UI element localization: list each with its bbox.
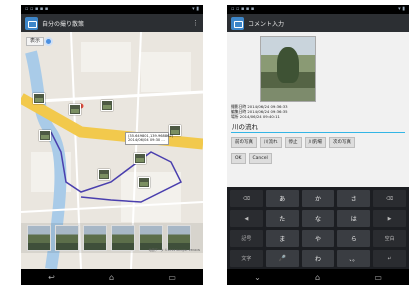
coordinate-subtext: 2014/06/04 09:30 ...: [128, 138, 165, 143]
key[interactable]: 空白: [373, 230, 406, 247]
back-icon[interactable]: ⌄: [254, 273, 261, 282]
photo-preview: [260, 36, 316, 102]
tag-button[interactable]: 前の写真: [231, 137, 257, 148]
key[interactable]: ◀: [230, 210, 263, 227]
meta-line: 場所 2014/06/24 09:40:11: [231, 113, 280, 119]
tag-button[interactable]: 川釣場: [304, 137, 326, 148]
action-buttons: OK Cancel: [231, 153, 272, 164]
home-icon[interactable]: ⌂: [315, 273, 320, 282]
key[interactable]: ら: [337, 230, 371, 247]
key[interactable]: 記号: [230, 230, 263, 247]
action-bar: コメント入力: [227, 14, 409, 32]
app-icon[interactable]: [231, 16, 244, 30]
home-icon[interactable]: ⌂: [109, 273, 114, 282]
key[interactable]: さ: [337, 190, 371, 207]
app-title: コメント入力: [248, 20, 285, 28]
key[interactable]: ⌫: [373, 190, 406, 207]
key[interactable]: か: [301, 190, 335, 207]
key[interactable]: 文字: [230, 250, 263, 267]
comment-input[interactable]: 川の流れ: [231, 122, 405, 133]
key[interactable]: わ: [301, 250, 335, 267]
photo-marker[interactable]: [134, 153, 146, 164]
screenshot-canvas: ▫ ▫ ▪ ▪ ▪ ▾ ▮ 自分の撮り散策 ⋮ 表示 (35.649801,13…: [0, 0, 412, 290]
status-bar: ▫ ▫ ▪ ▪ ▪ ▾ ▮: [227, 5, 409, 14]
photo-marker[interactable]: [138, 177, 150, 188]
action-bar: 自分の撮り散策 ⋮: [21, 14, 203, 32]
keyboard-row: ◀ た な は ▶: [230, 210, 406, 227]
nav-bar: ⌄ ⌂ ▭: [227, 269, 409, 285]
comment-editor: 撮影日時 2014/06/24 09:36:33 編集日時 2014/06/24…: [227, 32, 409, 187]
soft-keyboard: ⌫ あ か さ ⌫ ◀ た な は ▶ 記号 ま や ら 空白 文字 🎤 わ 、…: [227, 187, 409, 269]
filmstrip-thumbnail[interactable]: [55, 225, 79, 251]
recents-icon[interactable]: ▭: [374, 273, 382, 282]
ok-button[interactable]: OK: [231, 153, 246, 164]
key[interactable]: ま: [265, 230, 299, 247]
key[interactable]: た: [265, 210, 299, 227]
photo-marker[interactable]: [39, 130, 51, 141]
tag-button[interactable]: 次の写真: [329, 137, 355, 148]
cancel-button[interactable]: Cancel: [248, 153, 272, 164]
key[interactable]: や: [301, 230, 335, 247]
back-icon[interactable]: ↩: [48, 273, 55, 282]
filmstrip-thumbnail[interactable]: [83, 225, 107, 251]
status-bar: ▫ ▫ ▪ ▪ ▪ ▾ ▮: [21, 5, 203, 14]
overflow-menu-icon[interactable]: ⋮: [192, 19, 199, 27]
keyboard-row: 記号 ま や ら 空白: [230, 230, 406, 247]
map-screen: ▫ ▫ ▪ ▪ ▪ ▾ ▮ 自分の撮り散策 ⋮ 表示 (35.649801,13…: [21, 5, 203, 285]
keyboard-row: ⌫ あ か さ ⌫: [230, 190, 406, 207]
photo-marker[interactable]: [69, 104, 81, 115]
my-location-icon[interactable]: [44, 37, 53, 46]
recents-icon[interactable]: ▭: [168, 273, 176, 282]
quick-tag-row: 前の写真 川流れ 停止 川釣場 次の写真: [231, 137, 355, 148]
coordinate-bubble: (35.649801,139.968862) 2014/06/04 09:30 …: [125, 132, 173, 145]
comment-screen: ▫ ▫ ▪ ▪ ▪ ▾ ▮ コメント入力 撮影日時 2014/06/24 09:3…: [227, 5, 409, 285]
tag-button[interactable]: 川流れ: [260, 137, 282, 148]
key[interactable]: ⌫: [230, 190, 263, 207]
key[interactable]: は: [337, 210, 371, 227]
keyboard-row: 文字 🎤 わ 、。 ↵: [230, 250, 406, 267]
filmstrip-thumbnail[interactable]: [111, 225, 135, 251]
filmstrip-thumbnail[interactable]: [27, 225, 51, 251]
map-view[interactable]: 表示 (35.649801,139.968862) 2014/06/04 09:…: [21, 32, 203, 269]
app-title: 自分の撮り散策: [42, 20, 85, 28]
map-copyright: 地図データ ©2014 Google, ZENRIN: [148, 248, 200, 252]
key[interactable]: ▶: [373, 210, 406, 227]
nav-bar: ↩ ⌂ ▭: [21, 269, 203, 285]
key[interactable]: ↵: [373, 250, 406, 267]
map-type-button[interactable]: 表示: [26, 37, 45, 46]
photo-metadata: 撮影日時 2014/06/24 09:36:33 編集日時 2014/06/24…: [231, 104, 288, 119]
key[interactable]: な: [301, 210, 335, 227]
key[interactable]: 、。: [337, 250, 371, 267]
tag-button[interactable]: 停止: [284, 137, 302, 148]
key[interactable]: あ: [265, 190, 299, 207]
app-icon[interactable]: [25, 16, 38, 30]
photo-marker[interactable]: [101, 100, 113, 111]
photo-marker[interactable]: [33, 93, 45, 104]
photo-marker[interactable]: [98, 169, 110, 180]
key[interactable]: 🎤: [265, 250, 299, 267]
